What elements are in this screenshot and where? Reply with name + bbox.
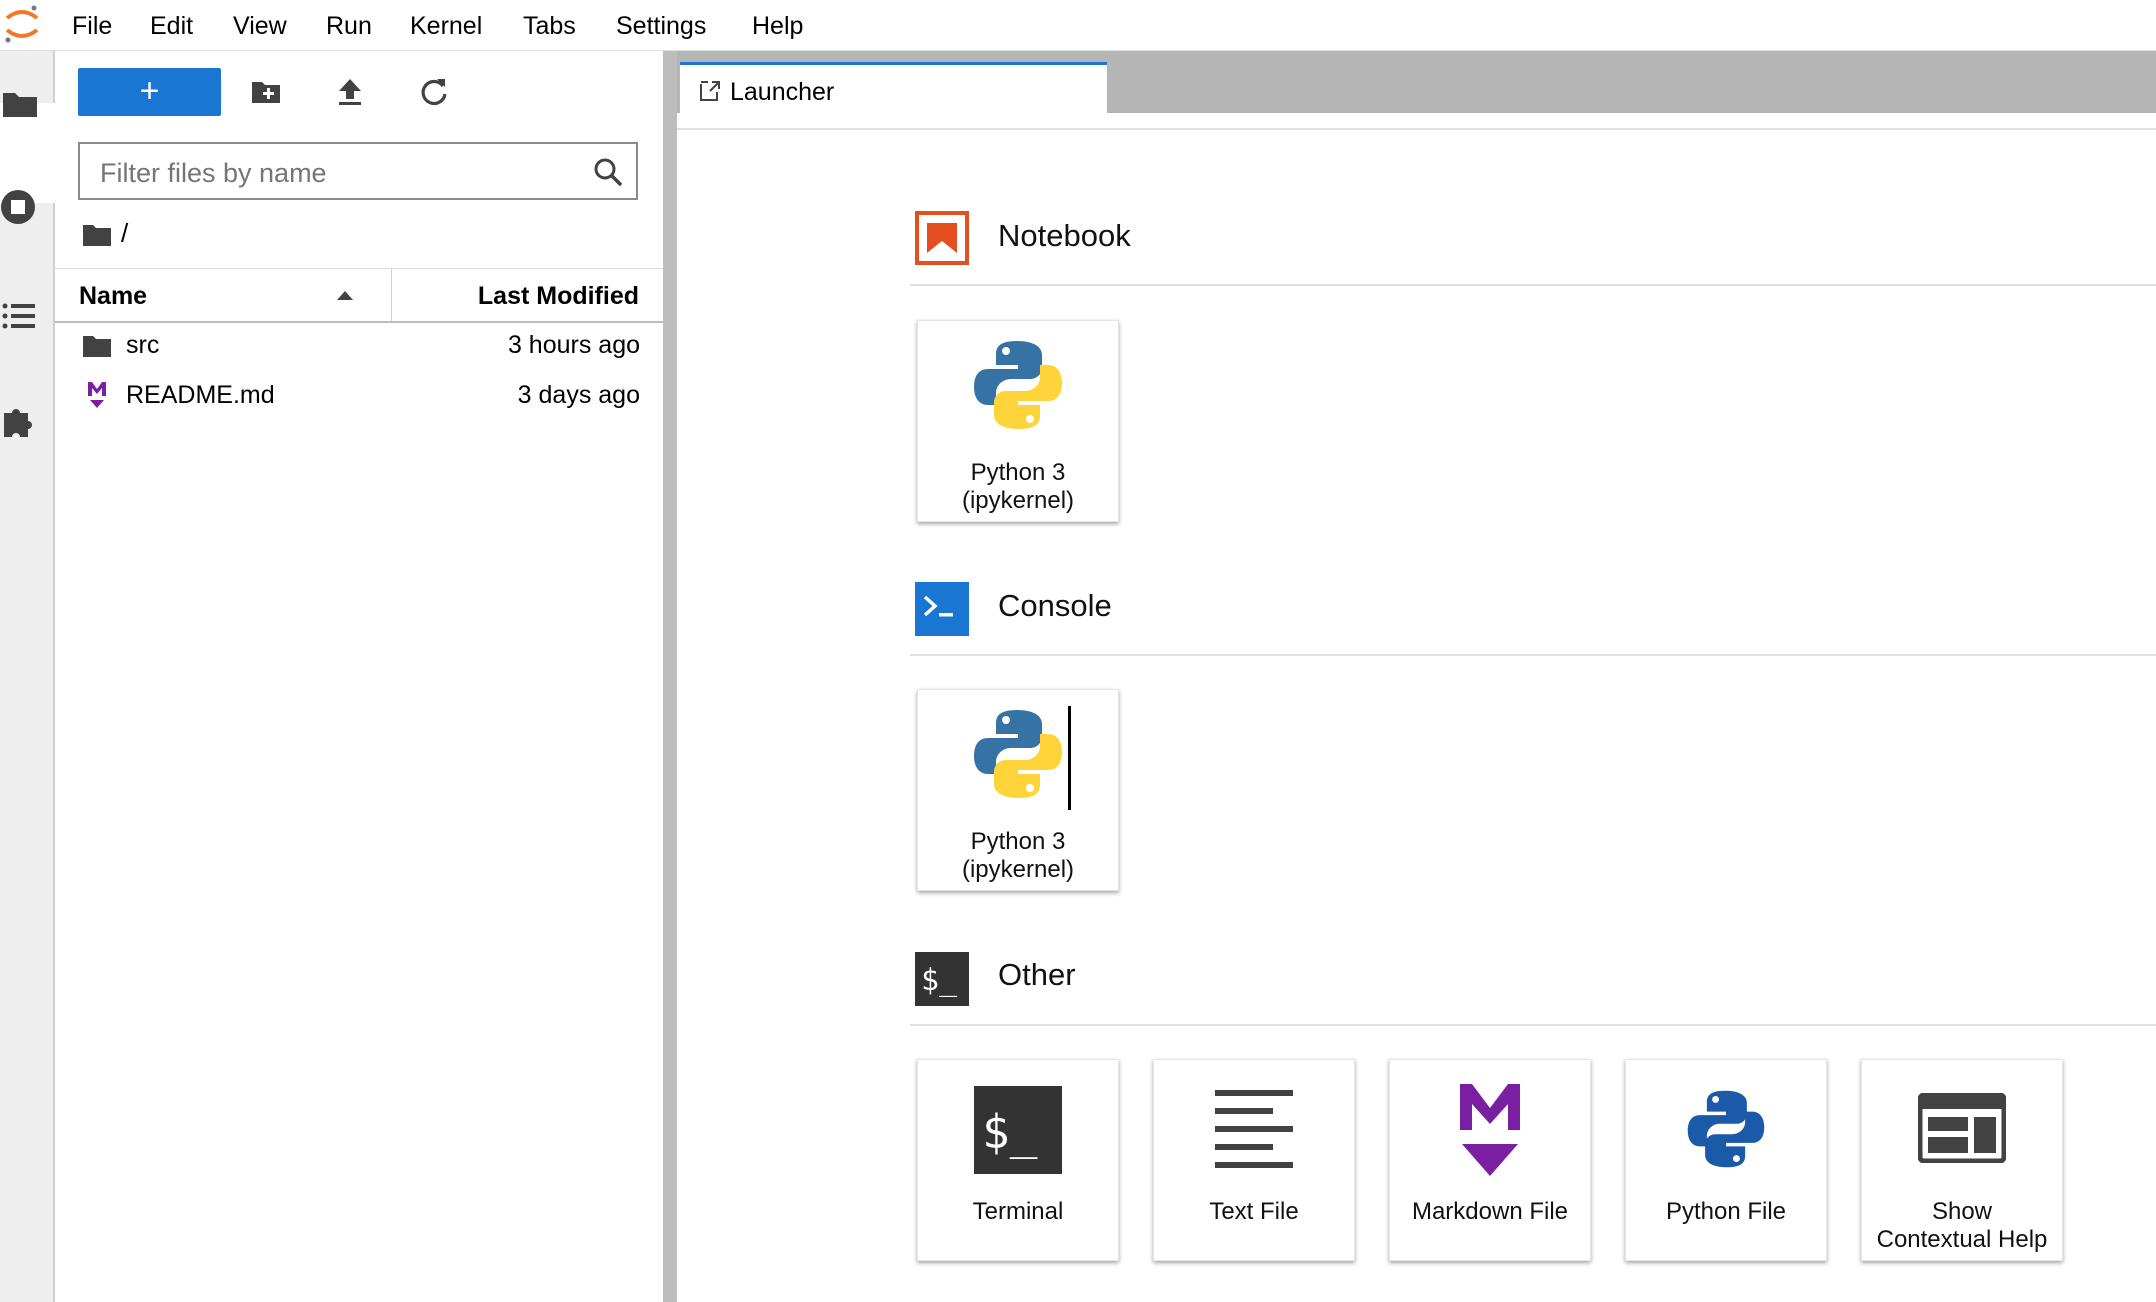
markdown-icon [88, 382, 106, 408]
column-divider[interactable] [391, 269, 392, 321]
menu-edit[interactable]: Edit [150, 12, 193, 41]
card-contextual-help[interactable]: Show Contextual Help [1861, 1059, 2063, 1261]
card-text-file[interactable]: Text File [1153, 1059, 1355, 1261]
menu-bar: File Edit View Run Kernel Tabs Settings … [0, 0, 2156, 51]
filter-placeholder: Filter files by name [100, 158, 327, 188]
section-title-other: Other [998, 957, 1076, 992]
folder-icon[interactable] [0, 85, 40, 125]
card-notebook-python3[interactable]: Python 3 (ipykernel) [917, 320, 1119, 522]
text-cursor [1068, 706, 1071, 810]
panel-splitter[interactable] [663, 51, 677, 1302]
section-divider [910, 654, 2156, 656]
puzzle-icon[interactable] [0, 401, 40, 441]
card-label-line1: Python 3 [970, 459, 1066, 486]
card-markdown-file[interactable]: Markdown File [1389, 1059, 1591, 1261]
svg-text:$_: $_ [982, 1105, 1038, 1159]
section-title-console: Console [998, 588, 1112, 623]
card-label: Python File [1665, 1198, 1787, 1225]
menu-run[interactable]: Run [326, 12, 372, 41]
sort-ascending-icon[interactable] [336, 289, 354, 301]
list-icon[interactable] [0, 296, 40, 336]
card-terminal[interactable]: $_ Terminal [917, 1059, 1119, 1261]
section-divider [910, 284, 2156, 286]
notebook-icon [915, 211, 969, 265]
terminal-icon: $_ [974, 1086, 1062, 1174]
folder-icon [83, 336, 111, 357]
text-file-icon [1215, 1090, 1293, 1168]
activity-bar [0, 51, 56, 1302]
search-icon [594, 158, 623, 187]
launcher-icon [700, 81, 720, 101]
menu-view[interactable]: View [233, 12, 287, 41]
tab-divider [677, 128, 2156, 130]
column-name-header[interactable]: Name [79, 282, 147, 311]
contextual-help-icon [1918, 1093, 2006, 1163]
file-list-header: Name Last Modified [55, 268, 663, 323]
file-modified: 3 days ago [517, 381, 640, 409]
terminal-icon: $_ [915, 952, 969, 1006]
card-label-line2: Contextual Help [1876, 1226, 2048, 1253]
jupyter-logo-icon [5, 5, 39, 43]
section-divider [910, 1024, 2156, 1026]
python-logo-icon [974, 341, 1062, 429]
column-modified-header[interactable]: Last Modified [478, 282, 639, 311]
menu-tabs[interactable]: Tabs [523, 12, 576, 41]
new-folder-icon[interactable] [249, 75, 283, 109]
svg-text:$_: $_ [921, 963, 958, 998]
card-label-line2: (ipykernel) [961, 487, 1075, 514]
breadcrumb-folder-icon[interactable] [82, 222, 112, 248]
file-name: README.md [126, 381, 275, 409]
file-modified: 3 hours ago [507, 331, 640, 359]
stop-circle-icon[interactable] [0, 187, 40, 227]
file-browser-panel [55, 51, 663, 1302]
card-label-line1: Python 3 [970, 828, 1066, 855]
markdown-icon [1460, 1084, 1520, 1176]
menu-help[interactable]: Help [752, 12, 803, 41]
file-name: src [126, 331, 160, 359]
upload-icon[interactable] [333, 75, 367, 109]
card-label: Text File [1209, 1198, 1299, 1225]
filter-input[interactable]: Filter files by name [78, 142, 638, 200]
tab-label: Launcher [730, 78, 835, 106]
menu-kernel[interactable]: Kernel [410, 12, 482, 41]
card-python-file[interactable]: Python File [1625, 1059, 1827, 1261]
file-row-readme[interactable]: README.md 3 days ago [55, 371, 663, 421]
card-label: Markdown File [1411, 1198, 1569, 1225]
python-logo-icon [974, 710, 1062, 798]
console-icon [915, 582, 969, 636]
card-label: Terminal [972, 1198, 1064, 1225]
python-file-icon [1687, 1090, 1765, 1168]
card-console-python3[interactable]: Python 3 (ipykernel) [917, 689, 1119, 891]
plus-icon: + [139, 72, 160, 110]
breadcrumb[interactable]: / [121, 218, 128, 249]
menu-settings[interactable]: Settings [616, 12, 706, 41]
new-launcher-button[interactable]: + [78, 68, 221, 116]
card-label-line1: Show [1931, 1198, 1993, 1225]
menu-file[interactable]: File [72, 12, 112, 41]
section-title-notebook: Notebook [998, 218, 1131, 253]
card-label-line2: (ipykernel) [961, 856, 1075, 883]
refresh-icon[interactable] [417, 75, 451, 109]
file-row-src[interactable]: src 3 hours ago [55, 321, 663, 371]
tab-launcher[interactable]: Launcher [680, 62, 1107, 128]
